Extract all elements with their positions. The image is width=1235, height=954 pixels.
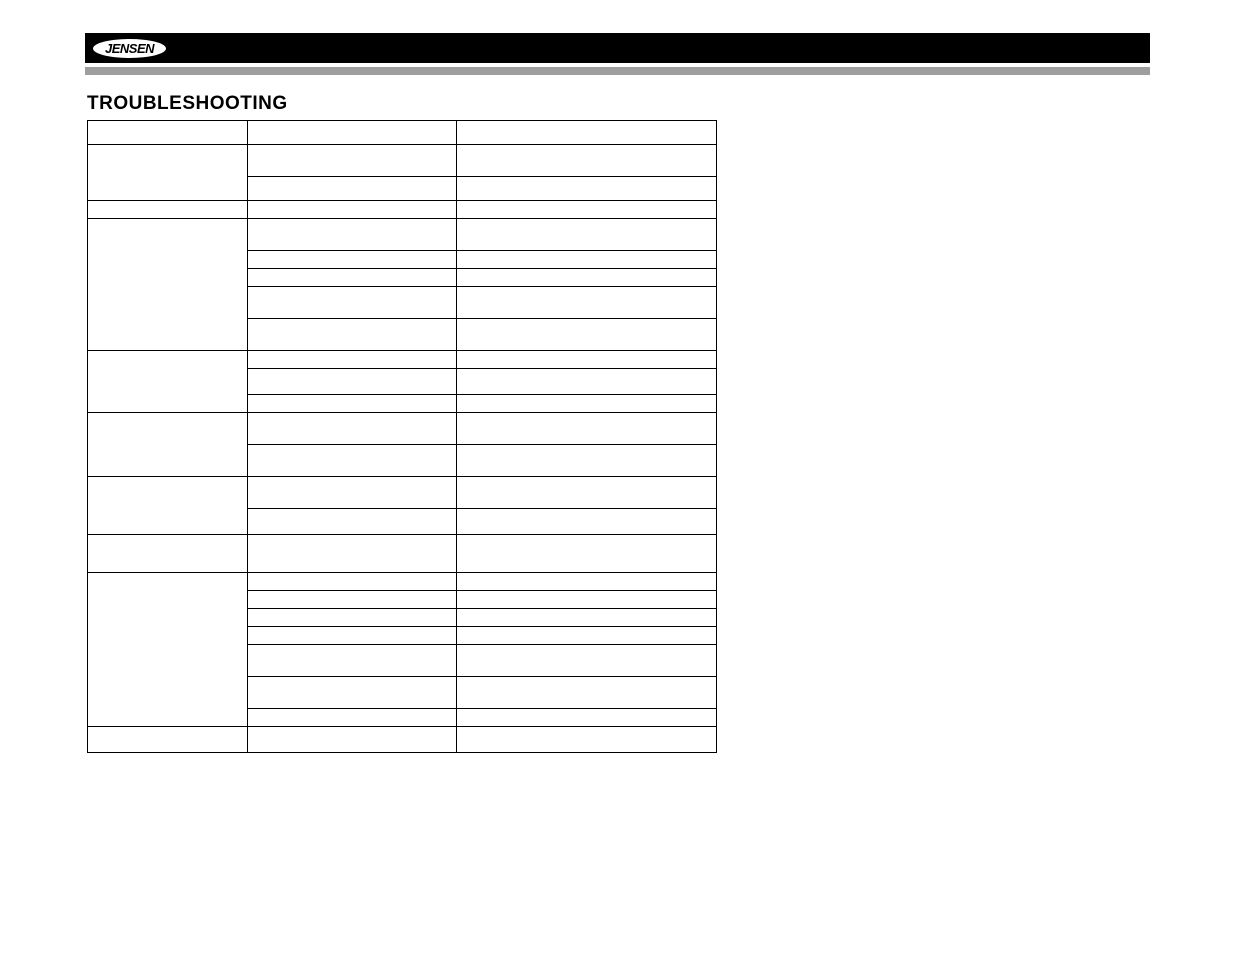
table-row: [88, 351, 717, 369]
cell-cause: [247, 645, 457, 677]
cell-cause: [247, 727, 457, 753]
table-row: [88, 535, 717, 573]
table: [87, 120, 717, 753]
cell-cause: [247, 369, 457, 395]
cell-cause: [247, 145, 457, 177]
troubleshooting-table: [87, 120, 717, 753]
cell-action: [457, 509, 717, 535]
cell-action: [457, 351, 717, 369]
header-bar: JENSEN: [85, 33, 1150, 63]
cell-action: [457, 727, 717, 753]
table-row: [88, 201, 717, 219]
cell-action: [457, 177, 717, 201]
cell-cause: [247, 413, 457, 445]
cell-problem: [88, 121, 248, 145]
cell-cause: [247, 319, 457, 351]
cell-cause: [247, 609, 457, 627]
cell-cause: [247, 251, 457, 269]
cell-problem: [88, 535, 248, 573]
cell-action: [457, 251, 717, 269]
table-row: [88, 413, 717, 445]
cell-problem: [88, 477, 248, 535]
cell-problem: [88, 351, 248, 413]
cell-action: [457, 627, 717, 645]
cell-action: [457, 319, 717, 351]
cell-action: [457, 219, 717, 251]
cell-cause: [247, 677, 457, 709]
cell-cause: [247, 573, 457, 591]
cell-cause: [247, 535, 457, 573]
table-row: [88, 121, 717, 145]
cell-cause: [247, 627, 457, 645]
cell-cause: [247, 509, 457, 535]
cell-action: [457, 477, 717, 509]
page-title: TROUBLESHOOTING: [87, 93, 288, 115]
cell-problem: [88, 201, 248, 219]
cell-action: [457, 591, 717, 609]
cell-action: [457, 573, 717, 591]
cell-action: [457, 395, 717, 413]
cell-cause: [247, 445, 457, 477]
cell-cause: [247, 709, 457, 727]
table-row: [88, 727, 717, 753]
cell-cause: [247, 269, 457, 287]
cell-action: [457, 445, 717, 477]
cell-action: [457, 709, 717, 727]
table-row: [88, 219, 717, 251]
table-row: [88, 573, 717, 591]
cell-action: [457, 145, 717, 177]
cell-action: [457, 535, 717, 573]
cell-cause: [247, 395, 457, 413]
cell-problem: [88, 145, 248, 201]
cell-action: [457, 645, 717, 677]
cell-action: [457, 121, 717, 145]
cell-problem: [88, 219, 248, 351]
table-row: [88, 477, 717, 509]
cell-action: [457, 269, 717, 287]
brand-logo: JENSEN: [93, 37, 166, 59]
cell-cause: [247, 591, 457, 609]
cell-action: [457, 287, 717, 319]
cell-action: [457, 413, 717, 445]
divider-bar: [85, 67, 1150, 75]
cell-problem: [88, 413, 248, 477]
cell-cause: [247, 477, 457, 509]
cell-problem: [88, 573, 248, 727]
cell-cause: [247, 287, 457, 319]
cell-action: [457, 369, 717, 395]
cell-action: [457, 609, 717, 627]
cell-cause: [247, 219, 457, 251]
brand-text: JENSEN: [93, 39, 166, 58]
cell-cause: [247, 177, 457, 201]
table-row: [88, 145, 717, 177]
cell-action: [457, 677, 717, 709]
cell-problem: [88, 727, 248, 753]
cell-cause: [247, 121, 457, 145]
cell-cause: [247, 351, 457, 369]
cell-action: [457, 201, 717, 219]
cell-cause: [247, 201, 457, 219]
